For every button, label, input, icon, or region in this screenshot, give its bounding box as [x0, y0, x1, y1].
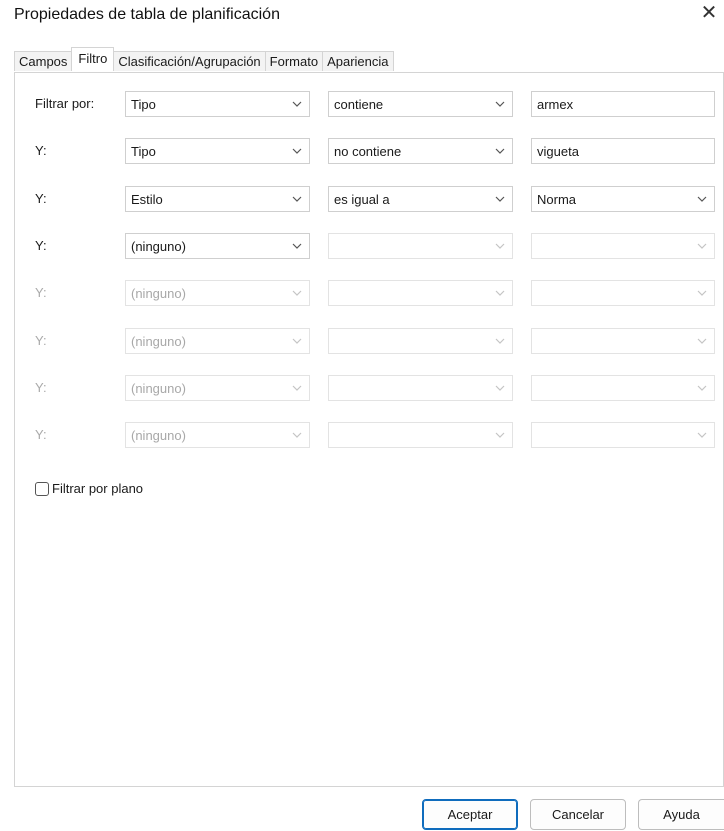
tab-clasificacion-agrupacion[interactable]: Clasificación/Agrupación — [113, 51, 266, 71]
filter-value-select-value: Norma — [537, 191, 577, 207]
filter-field-select-value: (ninguno) — [131, 333, 186, 349]
filter-row: Y: Tipo no contiene vigueta — [15, 138, 723, 165]
cancel-button[interactable]: Cancelar — [530, 799, 626, 830]
filter-value-select — [531, 280, 715, 307]
filter-value-input-value: vigueta — [537, 144, 579, 160]
chevron-down-icon — [291, 287, 303, 299]
filter-by-sheet-option[interactable]: Filtrar por plano — [35, 481, 143, 496]
filter-value-select — [531, 374, 715, 401]
chevron-down-icon — [494, 193, 506, 205]
filter-row-label: Y: — [35, 285, 47, 301]
filter-field-select[interactable]: Estilo — [125, 185, 310, 212]
filter-value-input[interactable]: armex — [531, 91, 715, 117]
filter-value-select — [531, 422, 715, 449]
chevron-down-icon — [291, 335, 303, 347]
filter-operator-select — [328, 232, 513, 259]
tab-filtro[interactable]: Filtro — [71, 47, 115, 71]
filter-row-label: Y: — [35, 379, 47, 395]
filter-operator-select — [328, 422, 513, 449]
filter-value-input-value: armex — [537, 97, 574, 112]
filter-field-select: (ninguno) — [125, 280, 310, 307]
filter-field-select-value: (ninguno) — [131, 286, 186, 302]
filter-value-input[interactable]: vigueta — [531, 138, 715, 165]
filter-row: Y: (ninguno) — [15, 280, 723, 307]
filter-operator-select-value: contiene — [334, 97, 384, 112]
filter-row: Y: (ninguno) — [15, 422, 723, 449]
chevron-down-icon — [494, 240, 506, 252]
filter-operator-select — [328, 374, 513, 401]
filter-operator-select — [328, 327, 513, 354]
filter-row-label: Filtrar por: — [35, 96, 95, 111]
filter-row-label: Y: — [35, 332, 47, 348]
chevron-down-icon — [494, 98, 506, 110]
filter-value-select — [531, 327, 715, 354]
chevron-down-icon — [291, 382, 303, 394]
filter-row-label: Y: — [35, 237, 47, 253]
tab-apariencia[interactable]: Apariencia — [322, 51, 394, 71]
filter-operator-select-value: es igual a — [334, 191, 390, 207]
filter-row-label: Y: — [35, 427, 47, 443]
filter-row: Y: (ninguno) — [15, 232, 723, 259]
chevron-down-icon — [494, 145, 506, 157]
tab-formato[interactable]: Formato — [264, 51, 324, 71]
filter-value-select — [531, 232, 715, 259]
chevron-down-icon — [494, 429, 506, 441]
filter-operator-select[interactable]: es igual a — [328, 185, 513, 212]
ok-button[interactable]: Aceptar — [422, 799, 518, 830]
filter-value-select[interactable]: Norma — [531, 185, 715, 212]
chevron-down-icon — [291, 193, 303, 205]
close-icon[interactable]: ✕ — [698, 2, 720, 24]
filter-operator-select — [328, 280, 513, 307]
filter-field-select[interactable]: (ninguno) — [125, 232, 310, 259]
filter-row: Filtrar por: Tipo contiene armex — [15, 91, 723, 117]
chevron-down-icon — [696, 287, 708, 299]
filter-by-sheet-label: Filtrar por plano — [52, 481, 144, 496]
dialog-title: Propiedades de tabla de planificación — [14, 6, 280, 23]
filter-field-select: (ninguno) — [125, 327, 310, 354]
filter-operator-select[interactable]: contiene — [328, 91, 513, 117]
chevron-down-icon — [696, 335, 708, 347]
chevron-down-icon — [494, 382, 506, 394]
filter-operator-select[interactable]: no contiene — [328, 138, 513, 165]
filter-field-select-value: (ninguno) — [131, 428, 186, 444]
chevron-down-icon — [291, 98, 303, 110]
chevron-down-icon — [291, 145, 303, 157]
filter-row-label: Y: — [35, 190, 47, 206]
chevron-down-icon — [494, 287, 506, 299]
filter-field-select-value: Estilo — [131, 191, 163, 207]
filter-field-select[interactable]: Tipo — [125, 91, 310, 117]
filter-row: Y: Estilo es igual a Norma — [15, 185, 723, 212]
filter-by-sheet-checkbox[interactable] — [35, 481, 49, 496]
filter-field-select: (ninguno) — [125, 374, 310, 401]
filter-field-select-value: (ninguno) — [131, 238, 186, 254]
filter-field-select[interactable]: Tipo — [125, 138, 310, 165]
filter-field-select-value: Tipo — [131, 144, 156, 160]
chevron-down-icon — [291, 240, 303, 252]
chevron-down-icon — [696, 193, 708, 205]
chevron-down-icon — [696, 382, 708, 394]
chevron-down-icon — [696, 240, 708, 252]
filter-row: Y: (ninguno) — [15, 327, 723, 354]
filter-row: Y: (ninguno) — [15, 374, 723, 401]
tab-strip: Campos Filtro Clasificación/Agrupación F… — [14, 47, 394, 71]
filter-field-select: (ninguno) — [125, 422, 310, 449]
filter-field-select-value: (ninguno) — [131, 380, 186, 396]
filter-field-select-value: Tipo — [131, 97, 156, 112]
chevron-down-icon — [696, 429, 708, 441]
filter-operator-select-value: no contiene — [334, 144, 402, 160]
chevron-down-icon — [494, 335, 506, 347]
help-button[interactable]: Ayuda — [638, 799, 724, 830]
chevron-down-icon — [291, 429, 303, 441]
tab-campos[interactable]: Campos — [14, 51, 73, 71]
filter-row-label: Y: — [35, 143, 47, 159]
filter-panel: Filtrar por: Tipo contiene armex Y: Tipo no co… — [14, 72, 724, 787]
